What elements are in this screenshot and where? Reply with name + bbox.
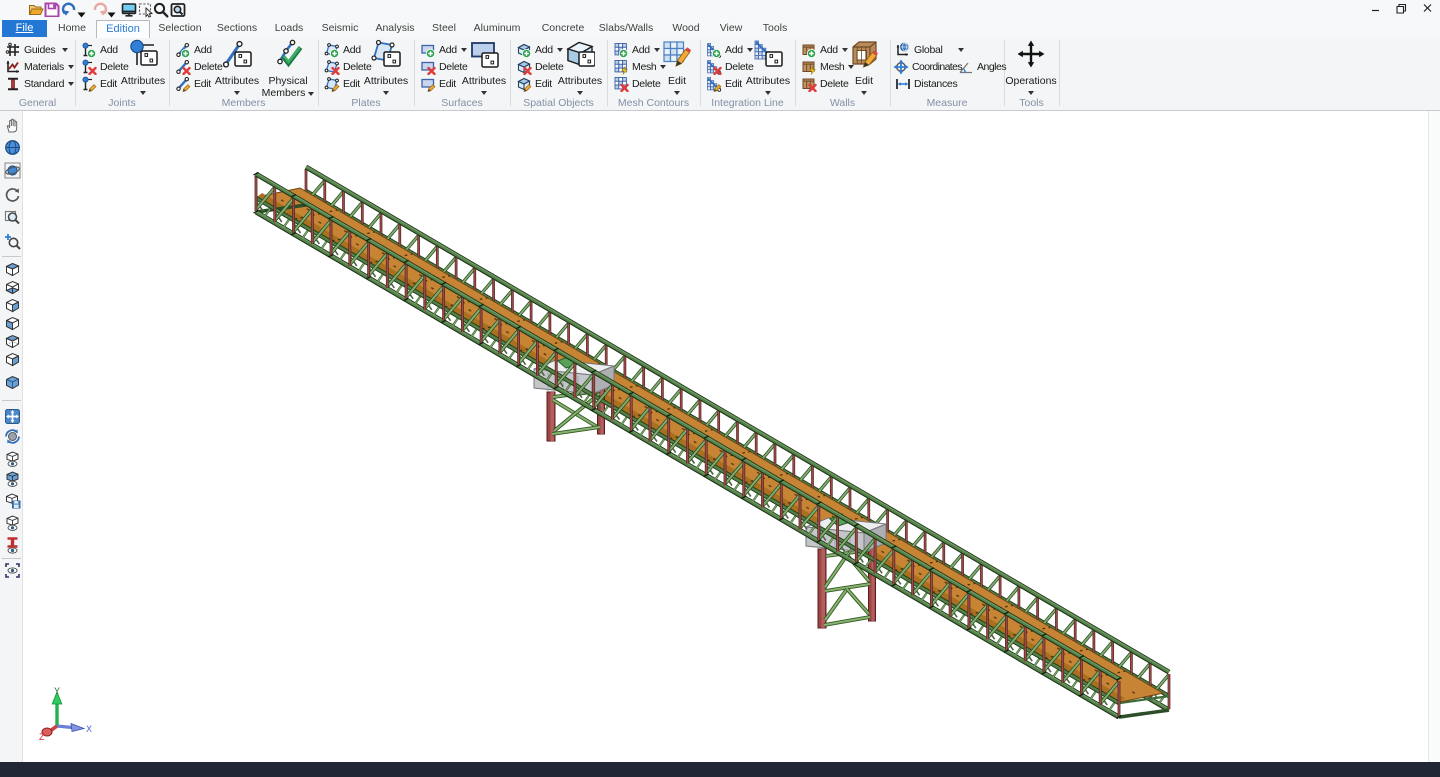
svg-text:X: X	[86, 724, 92, 734]
svg-text:Y: Y	[54, 686, 60, 696]
svg-text:Z: Z	[39, 732, 45, 742]
